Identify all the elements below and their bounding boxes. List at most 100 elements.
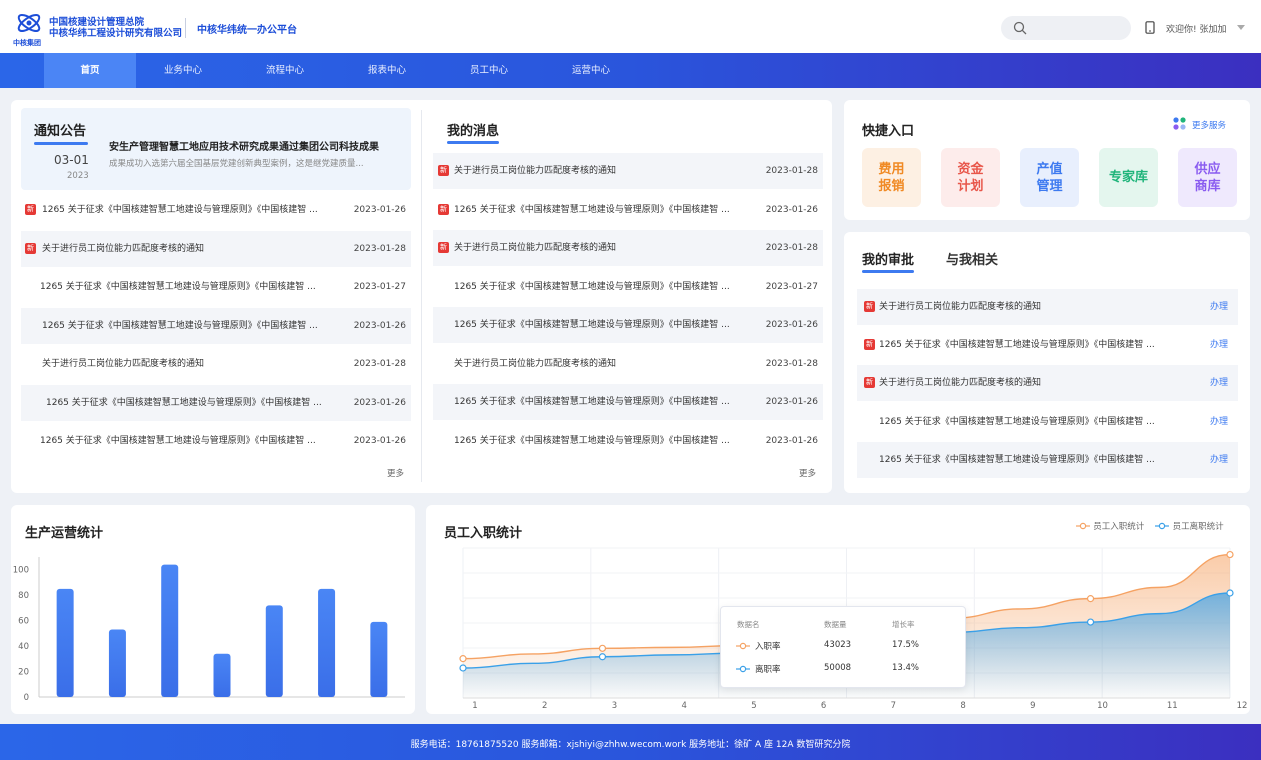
- notice-row-text[interactable]: 关于进行员工岗位能力匹配度考核的通知: [42, 231, 204, 267]
- legend-leave: 员工离职统计: [1172, 522, 1224, 532]
- y-tick-label: 60: [18, 617, 29, 627]
- bar: [265, 605, 283, 697]
- message-row[interactable]: 新关于进行员工岗位能力匹配度考核的通知 2023-01-28: [433, 153, 823, 189]
- apps-icon[interactable]: [1173, 117, 1186, 130]
- quick-tile[interactable]: 费用 报销: [862, 148, 921, 207]
- data-point: [1086, 595, 1095, 603]
- messages-title-underline: [447, 141, 499, 144]
- quick-tile-label: 商库: [1194, 178, 1221, 194]
- notice-row-text[interactable]: 1265 关于征求《中国核建智慧工地建设与管理原则》《中国核建智 ...: [42, 192, 318, 228]
- quick-tile[interactable]: 产值 管理: [1020, 148, 1079, 207]
- message-row-date: 2023-01-26: [765, 397, 818, 407]
- data-point: [459, 655, 467, 663]
- notice-more-link[interactable]: 更多: [387, 467, 404, 479]
- notice-row[interactable]: 1265 关于征求《中国核建智慧工地建设与管理原则》《中国核建智 ... 2023…: [21, 384, 411, 421]
- approval-row-text[interactable]: 1265 关于征求《中国核建智慧工地建设与管理原则》《中国核建智 ...: [879, 442, 1155, 478]
- notice-row[interactable]: 关于进行员工岗位能力匹配度考核的通知 2023-01-28: [21, 346, 411, 382]
- approval-row[interactable]: 1265 关于征求《中国核建智慧工地建设与管理原则》《中国核建智 ... 办理: [857, 441, 1238, 478]
- approval-row-text[interactable]: 关于进行员工岗位能力匹配度考核的通知: [879, 365, 1041, 401]
- chevron-down-icon[interactable]: [1237, 25, 1245, 30]
- message-row-text[interactable]: 1265 关于征求《中国核建智慧工地建设与管理原则》《中国核建智 ...: [454, 307, 730, 343]
- logo-line1: 中国核建设计管理总院: [49, 17, 145, 28]
- nav-reports[interactable]: 报表中心: [341, 53, 433, 88]
- y-tick-label: 40: [18, 642, 29, 652]
- notice-row-text[interactable]: 关于进行员工岗位能力匹配度考核的通知: [42, 346, 204, 382]
- legend-hire: 员工入职统计: [1093, 522, 1145, 532]
- bar: [56, 588, 74, 697]
- phone-icon[interactable]: [1145, 21, 1155, 34]
- approval-row[interactable]: 新关于进行员工岗位能力匹配度考核的通知 办理: [857, 289, 1238, 325]
- nav-business[interactable]: 业务中心: [137, 53, 229, 88]
- message-row[interactable]: 关于进行员工岗位能力匹配度考核的通知 2023-01-28: [433, 346, 823, 382]
- quick-tile[interactable]: 专家库: [1099, 148, 1158, 207]
- message-row-text[interactable]: 1265 关于征求《中国核建智慧工地建设与管理原则》《中国核建智 ...: [454, 192, 730, 228]
- quick-tile[interactable]: 供应 商库: [1178, 148, 1237, 207]
- tip-row1-value: 43023: [824, 640, 852, 650]
- handle-button[interactable]: 办理: [1210, 365, 1228, 401]
- nav-operations[interactable]: 运营中心: [545, 53, 637, 88]
- approval-row-text[interactable]: 1265 关于征求《中国核建智慧工地建设与管理原则》《中国核建智 ...: [879, 404, 1155, 440]
- notice-row[interactable]: 新关于进行员工岗位能力匹配度考核的通知 2023-01-28: [21, 230, 411, 267]
- notice-row[interactable]: 1265 关于征求《中国核建智慧工地建设与管理原则》《中国核建智 ... 2023…: [21, 423, 411, 459]
- featured-notice[interactable]: 通知公告 03-01 2023 安生产管理智慧工地应用技术研究成果通过集团公司科…: [21, 108, 411, 190]
- handle-button[interactable]: 办理: [1210, 327, 1228, 363]
- quick-tile[interactable]: 资金 计划: [941, 148, 1000, 207]
- search-input[interactable]: [1001, 16, 1131, 40]
- notice-row-date: 2023-01-26: [353, 436, 406, 446]
- approval-row[interactable]: 新关于进行员工岗位能力匹配度考核的通知 办理: [857, 365, 1238, 402]
- notice-row-text[interactable]: 1265 关于征求《中国核建智慧工地建设与管理原则》《中国核建智 ...: [46, 385, 322, 421]
- nav-process[interactable]: 流程中心: [239, 53, 331, 88]
- nav-employee[interactable]: 员工中心: [443, 53, 535, 88]
- new-badge: 新: [438, 242, 449, 253]
- quick-tile-label: 费用: [878, 161, 905, 177]
- more-services-link[interactable]: 更多服务: [1192, 119, 1226, 131]
- message-row-text[interactable]: 1265 关于征求《中国核建智慧工地建设与管理原则》《中国核建智 ...: [454, 269, 730, 305]
- approval-row-text[interactable]: 1265 关于征求《中国核建智慧工地建设与管理原则》《中国核建智 ...: [879, 327, 1155, 363]
- notice-row-date: 2023-01-28: [353, 359, 406, 369]
- notice-row[interactable]: 新 1265 关于征求《中国核建智慧工地建设与管理原则》《中国核建智 ... 202…: [21, 192, 411, 228]
- message-row[interactable]: 1265 关于征求《中国核建智慧工地建设与管理原则》《中国核建智 ... 2023…: [433, 423, 823, 459]
- tab-my-approval[interactable]: 我的审批: [862, 249, 914, 268]
- handle-button[interactable]: 办理: [1210, 442, 1228, 478]
- new-badge: 新: [864, 301, 875, 312]
- approval-row[interactable]: 新 1265 关于征求《中国核建智慧工地建设与管理原则》《中国核建智 ... 办理: [857, 327, 1238, 363]
- message-row-text[interactable]: 关于进行员工岗位能力匹配度考核的通知: [454, 153, 616, 189]
- featured-headline[interactable]: 安生产管理智慧工地应用技术研究成果通过集团公司科技成果: [109, 138, 379, 153]
- notice-title-underline: [34, 142, 88, 145]
- message-row[interactable]: 1265 关于征求《中国核建智慧工地建设与管理原则》《中国核建智 ... 2023…: [433, 307, 823, 343]
- tip-leave-icon: [736, 665, 750, 673]
- message-row-text[interactable]: 关于进行员工岗位能力匹配度考核的通知: [454, 346, 616, 382]
- approval-row-text[interactable]: 关于进行员工岗位能力匹配度考核的通知: [879, 289, 1041, 325]
- bar: [213, 653, 231, 697]
- tab-related[interactable]: 与我相关: [946, 249, 998, 268]
- data-point: [598, 653, 607, 661]
- employee-title: 员工入职统计: [444, 526, 523, 541]
- message-row-date: 2023-01-26: [765, 204, 818, 215]
- handle-button[interactable]: 办理: [1210, 404, 1228, 440]
- notice-row[interactable]: 1265 关于征求《中国核建智慧工地建设与管理原则》《中国核建智 ... 2023…: [21, 269, 411, 305]
- search-icon: [1013, 21, 1027, 35]
- message-row[interactable]: 新关于进行员工岗位能力匹配度考核的通知 2023-01-28: [433, 230, 823, 266]
- new-badge: 新: [438, 203, 449, 215]
- message-row[interactable]: 新 1265 关于征求《中国核建智慧工地建设与管理原则》《中国核建智 ... 202…: [433, 192, 823, 228]
- notice-row-text[interactable]: 1265 关于征求《中国核建智慧工地建设与管理原则》《中国核建智 ...: [40, 269, 316, 305]
- message-row-text[interactable]: 关于进行员工岗位能力匹配度考核的通知: [454, 230, 616, 266]
- quick-tile-label: 资金: [957, 161, 984, 177]
- tip-header-name: 数据名: [737, 620, 760, 629]
- approval-row[interactable]: 1265 关于征求《中国核建智慧工地建设与管理原则》《中国核建智 ... 办理: [857, 404, 1238, 440]
- tip-row2-rate: 13.4%: [892, 663, 920, 673]
- bar: [370, 621, 388, 697]
- message-row[interactable]: 1265 关于征求《中国核建智慧工地建设与管理原则》《中国核建智 ... 2023…: [433, 269, 823, 305]
- messages-more-link[interactable]: 更多: [799, 467, 816, 479]
- notice-row-text[interactable]: 1265 关于征求《中国核建智慧工地建设与管理原则》《中国核建智 ...: [42, 308, 318, 344]
- nav-home[interactable]: 首页: [44, 53, 136, 88]
- notice-row[interactable]: 1265 关于征求《中国核建智慧工地建设与管理原则》《中国核建智 ... 2023…: [21, 307, 411, 344]
- notice-row-text[interactable]: 1265 关于征求《中国核建智慧工地建设与管理原则》《中国核建智 ...: [40, 423, 316, 459]
- message-row-text[interactable]: 1265 关于征求《中国核建智慧工地建设与管理原则》《中国核建智 ...: [454, 384, 730, 420]
- message-row[interactable]: 1265 关于征求《中国核建智慧工地建设与管理原则》《中国核建智 ... 2023…: [433, 384, 823, 420]
- handle-button[interactable]: 办理: [1210, 289, 1228, 325]
- x-tick-label: 5: [751, 701, 756, 711]
- x-tick-label: 3: [612, 701, 617, 711]
- welcome-user[interactable]: 欢迎你! 张加加: [1166, 22, 1226, 35]
- message-row-text[interactable]: 1265 关于征求《中国核建智慧工地建设与管理原则》《中国核建智 ...: [454, 423, 730, 459]
